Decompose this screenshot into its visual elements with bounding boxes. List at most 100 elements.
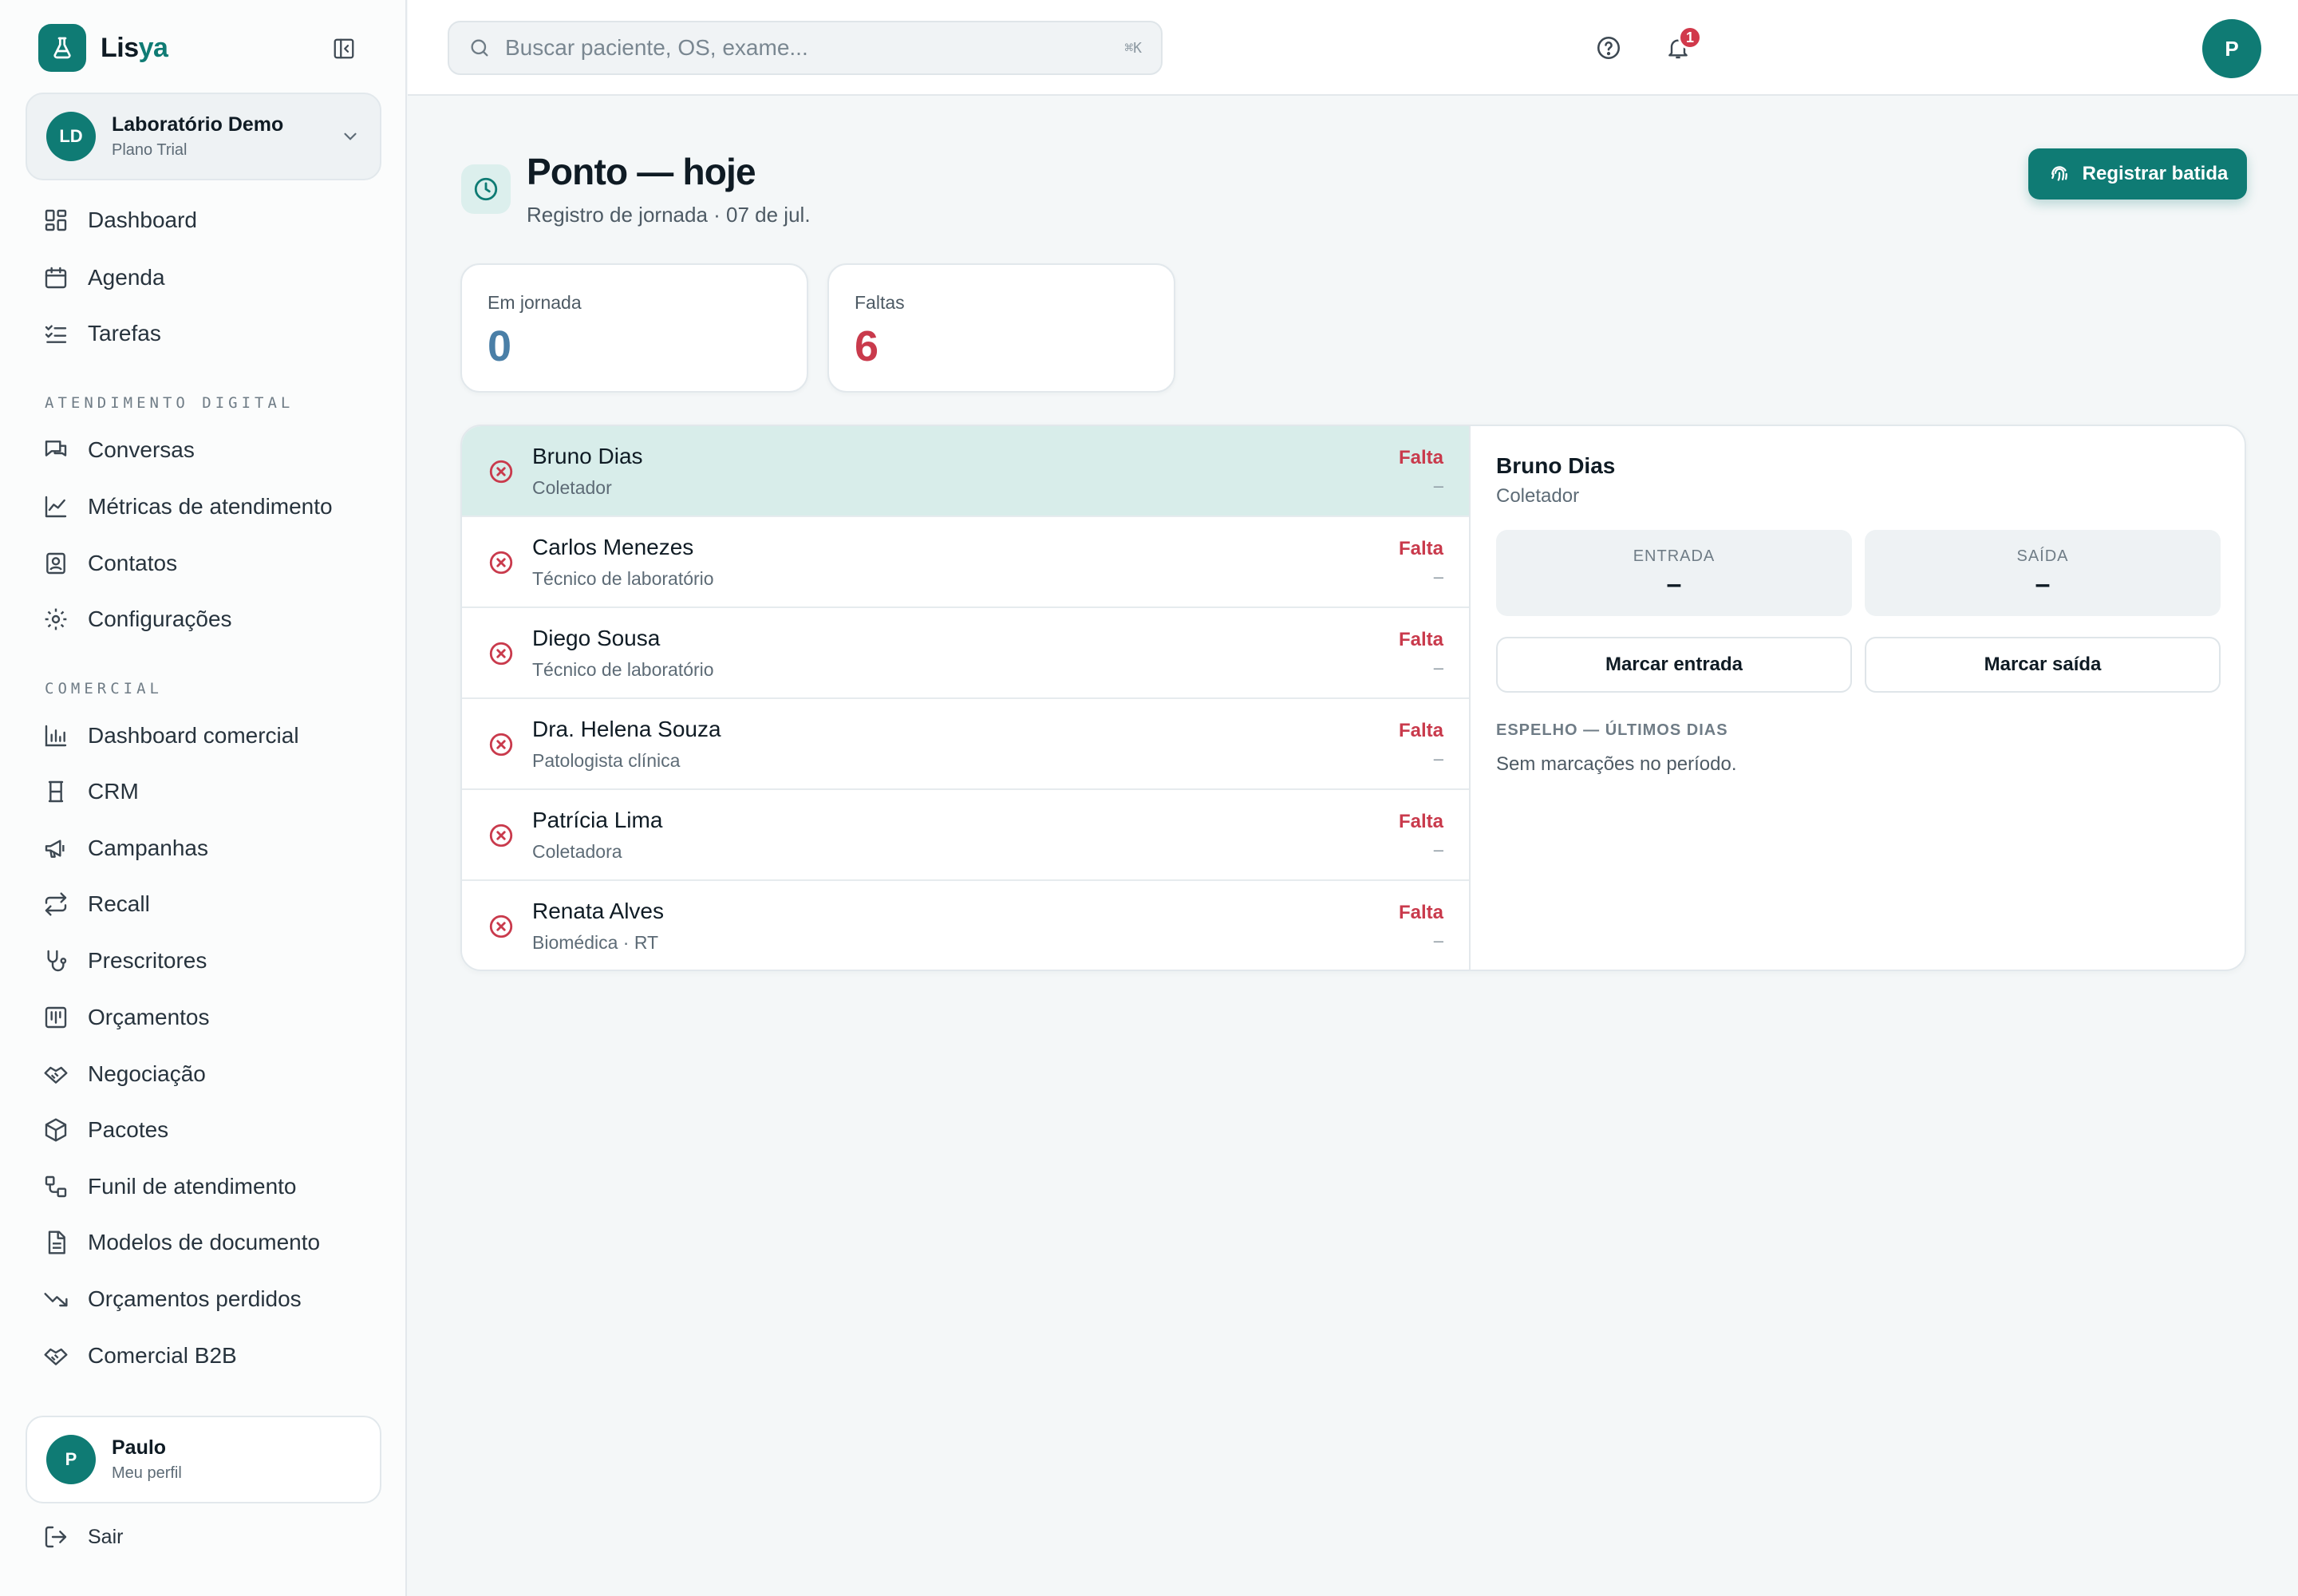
collapse-sidebar-icon[interactable] [330,35,357,62]
nav-label: Modelos de documento [88,1230,321,1254]
funnel-icon [45,1175,67,1198]
section-title-digital: ATENDIMENTO DIGITAL [45,394,294,412]
nav-conversas[interactable]: Conversas [43,431,195,469]
nav-label: Configurações [88,606,232,631]
brand[interactable]: Lisya [38,24,168,72]
employee-role: Coletador [532,477,612,498]
stat-em-jornada: Em jornada 0 [460,263,808,393]
handshake-icon [44,1348,68,1365]
employee-detail: Bruno Dias Coletador ENTRADA – SAÍDA – M… [1471,426,2245,970]
nav-dashboard-comercial[interactable]: Dashboard comercial [43,717,299,755]
x-circle-icon [489,642,513,666]
nav-crm[interactable]: CRM [43,772,139,811]
nav-comercial-b2b[interactable]: Comercial B2B [43,1337,237,1375]
nav-metricas[interactable]: Métricas de atendimento [43,488,333,526]
stethoscope-icon [47,950,67,972]
register-punch-label: Registrar batida [2082,163,2229,184]
contacts-icon [46,552,65,575]
logout-label: Sair [88,1525,124,1548]
employee-row[interactable]: Dra. Helena Souza Patologista clínica Fa… [462,699,1469,790]
nav-modelos[interactable]: Modelos de documento [43,1223,320,1262]
nav-prescritores[interactable]: Prescritores [43,942,207,980]
page-subtitle: Registro de jornada · 07 de jul. [527,203,811,227]
employee-name: Dra. Helena Souza [532,717,721,741]
attendance-panel: Bruno Dias Coletador Falta – Carlos Mene… [460,425,2246,971]
search-input[interactable] [505,35,1111,61]
nav-tarefas[interactable]: Tarefas [43,314,161,353]
org-name: Laboratório Demo [112,113,284,136]
x-circle-icon [489,915,513,938]
employee-time: – [1433,839,1443,859]
employee-row[interactable]: Patrícia Lima Coletadora Falta – [462,790,1469,881]
status-badge: Falta [1398,720,1443,741]
dashboard-icon [45,209,67,231]
profile-card[interactable]: P Paulo Meu perfil [26,1416,381,1503]
x-circle-icon [489,551,513,575]
status-badge: Falta [1398,811,1443,832]
nav-label: Prescritores [88,948,207,973]
help-button[interactable] [1589,29,1628,67]
notifications-button[interactable]: 1 [1659,26,1702,67]
nav-agenda[interactable]: Agenda [43,259,165,297]
stat-label: Em jornada [488,292,582,313]
exit-label: SAÍDA [2016,547,2069,565]
nav-recall[interactable]: Recall [43,885,150,923]
nav-label: Negociação [88,1061,206,1086]
flask-icon [38,24,86,72]
employee-row[interactable]: Diego Sousa Técnico de laboratório Falta… [462,608,1469,699]
employee-row[interactable]: Renata Alves Biomédica · RT Falta – [462,881,1469,970]
search-box[interactable]: ⌘K [448,21,1163,75]
user-avatar[interactable]: P [2202,19,2261,78]
nav-label: Dashboard [88,207,197,232]
mark-exit-button[interactable]: Marcar saída [1865,637,2221,693]
nav-contatos[interactable]: Contatos [43,544,177,583]
exit-value: – [2035,569,2051,599]
nav-pacotes[interactable]: Pacotes [43,1111,168,1149]
stat-value: 6 [855,322,879,370]
nav-label: Comercial B2B [88,1343,237,1368]
employee-role: Técnico de laboratório [532,568,714,589]
employee-time: – [1433,658,1443,678]
status-badge: Falta [1398,902,1443,923]
employee-name: Patrícia Lima [532,808,663,832]
stat-faltas: Faltas 6 [827,263,1175,393]
nav-campanhas[interactable]: Campanhas [43,829,208,867]
logout-icon [45,1526,67,1548]
megaphone-icon [45,839,65,858]
nav-label: Tarefas [88,321,161,346]
nav-funil[interactable]: Funil de atendimento [43,1167,297,1206]
employee-name: Diego Sousa [532,626,661,650]
nav-configuracoes[interactable]: Configurações [43,600,232,638]
org-switcher[interactable]: LD Laboratório Demo Plano Trial [26,93,381,180]
avatar: P [46,1435,96,1484]
budget-icon [45,1006,67,1029]
employee-time: – [1433,476,1443,496]
stat-label: Faltas [855,292,905,313]
handshake-icon [44,1066,68,1084]
employee-time: – [1433,749,1443,768]
help-icon [1597,36,1621,60]
employee-name: Bruno Dias [532,444,643,468]
logout-button[interactable]: Sair [43,1524,123,1550]
nav-negociacao[interactable]: Negociação [43,1055,206,1093]
profile-link: Meu perfil [112,1464,182,1482]
employee-name: Carlos Menezes [532,535,694,559]
nav-dashboard[interactable]: Dashboard [43,201,197,239]
employee-row[interactable]: Carlos Menezes Técnico de laboratório Fa… [462,517,1469,608]
nav-label: CRM [88,779,139,804]
detail-name: Bruno Dias [1496,453,1616,478]
brand-name: Lisya [101,32,168,63]
section-title-comercial: COMERCIAL [45,680,163,697]
mark-entry-button[interactable]: Marcar entrada [1496,637,1852,693]
nav-orcamentos-perdidos[interactable]: Orçamentos perdidos [43,1280,302,1318]
mirror-title: ESPELHO — ÚLTIMOS DIAS [1496,721,1728,739]
x-circle-icon [489,460,513,484]
x-circle-icon [489,733,513,757]
register-punch-button[interactable]: Registrar batida [2028,148,2247,200]
chevron-down-icon [344,132,357,140]
nav-label: Conversas [88,437,195,462]
profile-name: Paulo [112,1436,167,1459]
nav-orcamentos[interactable]: Orçamentos [43,998,210,1037]
status-badge: Falta [1398,447,1443,468]
employee-row[interactable]: Bruno Dias Coletador Falta – [462,426,1469,517]
